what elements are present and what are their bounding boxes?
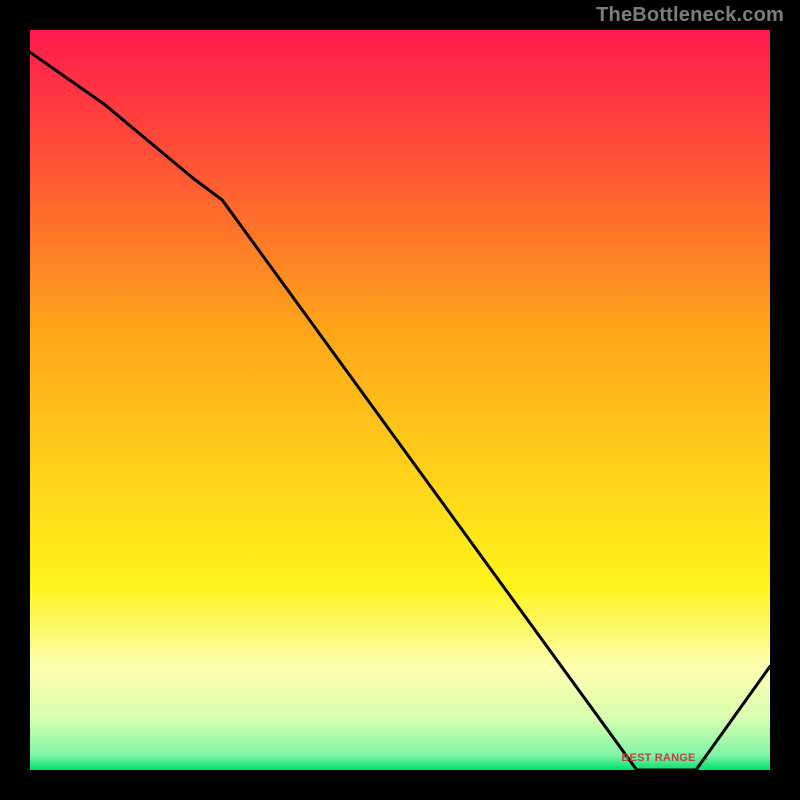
chart-svg bbox=[30, 30, 770, 770]
watermark-text: TheBottleneck.com bbox=[596, 4, 784, 27]
chart-frame: TheBottleneck.com BEST RANGE → bbox=[0, 0, 800, 800]
plot-area: BEST RANGE → bbox=[30, 30, 770, 770]
gradient-background bbox=[30, 30, 770, 770]
best-range-label: BEST RANGE → bbox=[621, 752, 710, 764]
